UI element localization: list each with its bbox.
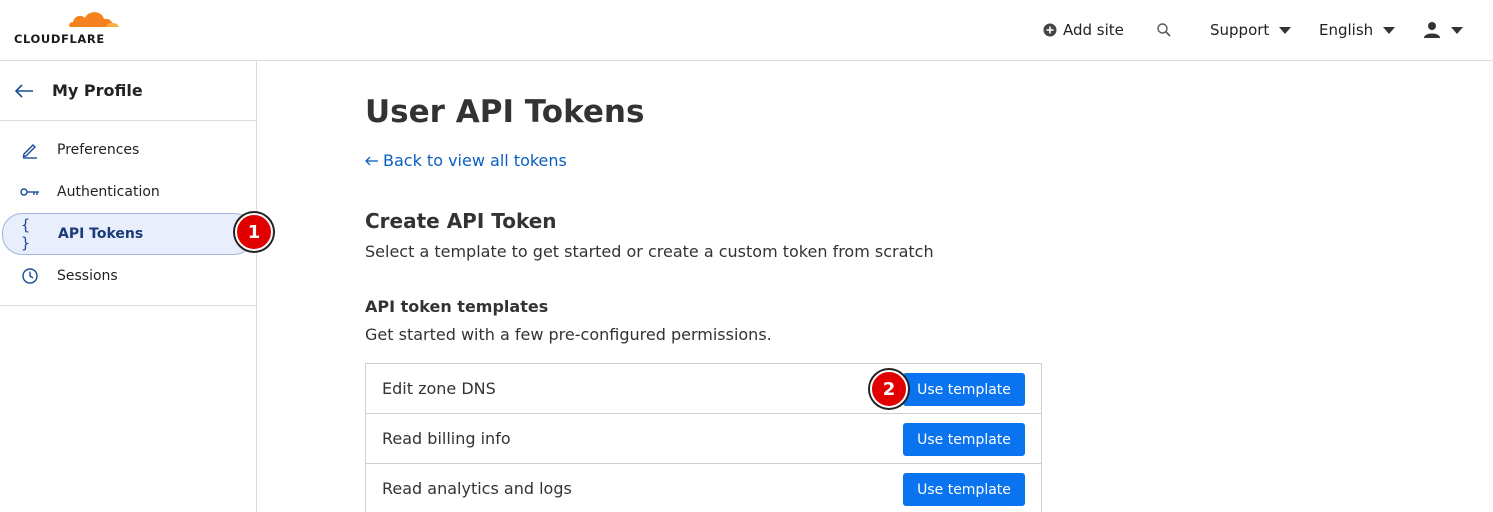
step-badge-2: 2	[870, 370, 908, 408]
sidebar-header: My Profile	[0, 61, 256, 121]
chevron-down-icon	[1383, 26, 1396, 34]
key-icon	[20, 186, 40, 198]
language-label: English	[1319, 21, 1374, 39]
arrow-left-icon	[365, 156, 378, 165]
search-icon	[1157, 23, 1171, 37]
clock-icon	[20, 267, 40, 285]
templates-heading: API token templates	[365, 297, 549, 316]
add-site-label: Add site	[1063, 21, 1124, 39]
template-row: Read analytics and logs Use template	[366, 464, 1041, 512]
template-name: Read analytics and logs	[382, 479, 572, 498]
logo-text: CLOUDFLARE	[14, 32, 105, 46]
sidebar-item-label: Authentication	[57, 184, 160, 200]
template-name: Edit zone DNS	[382, 379, 496, 398]
sidebar-item-api-tokens[interactable]: { } API Tokens	[2, 213, 254, 255]
top-bar: CLOUDFLARE Add site Support English	[0, 0, 1493, 61]
sidebar: My Profile Preferences Authentication {…	[0, 61, 257, 512]
step-badge-1: 1	[235, 213, 273, 251]
arrow-left-icon[interactable]	[14, 83, 34, 99]
support-menu[interactable]: Support	[1210, 20, 1292, 40]
create-token-subtitle: Select a template to get started or crea…	[365, 242, 934, 261]
back-link[interactable]: Back to view all tokens	[365, 151, 567, 170]
page-title: User API Tokens	[365, 94, 645, 130]
sidebar-nav: Preferences Authentication { } API Token…	[0, 121, 256, 306]
templates-table: Edit zone DNS Use template Read billing …	[365, 363, 1042, 512]
search-button[interactable]	[1156, 20, 1172, 40]
braces-icon: { }	[21, 216, 31, 252]
language-menu[interactable]: English	[1319, 20, 1396, 40]
pencil-icon	[20, 141, 40, 159]
sidebar-item-label: Preferences	[57, 142, 140, 158]
use-template-button[interactable]: Use template	[903, 373, 1025, 406]
sidebar-item-sessions[interactable]: Sessions	[0, 255, 256, 297]
templates-subtitle: Get started with a few pre-configured pe…	[365, 325, 772, 344]
chevron-down-icon	[1451, 26, 1463, 34]
template-name: Read billing info	[382, 429, 511, 448]
chevron-down-icon	[1279, 26, 1292, 34]
user-menu[interactable]	[1423, 20, 1463, 40]
user-icon	[1424, 22, 1440, 38]
cloudflare-logo[interactable]: CLOUDFLARE	[14, 8, 124, 48]
sidebar-title: My Profile	[52, 81, 143, 100]
add-site-button[interactable]: Add site	[1043, 20, 1124, 40]
back-link-label: Back to view all tokens	[383, 151, 567, 170]
template-row: Read billing info Use template	[366, 414, 1041, 464]
create-token-heading: Create API Token	[365, 209, 557, 233]
sidebar-item-authentication[interactable]: Authentication	[0, 171, 256, 213]
support-label: Support	[1210, 21, 1270, 39]
use-template-button[interactable]: Use template	[903, 473, 1025, 506]
sidebar-item-label: Sessions	[57, 268, 118, 284]
plus-circle-icon	[1043, 23, 1057, 37]
template-row: Edit zone DNS Use template	[366, 364, 1041, 414]
sidebar-item-label: API Tokens	[58, 226, 144, 242]
use-template-button[interactable]: Use template	[903, 423, 1025, 456]
sidebar-item-preferences[interactable]: Preferences	[0, 129, 256, 171]
cloud-logo-icon	[68, 12, 120, 29]
